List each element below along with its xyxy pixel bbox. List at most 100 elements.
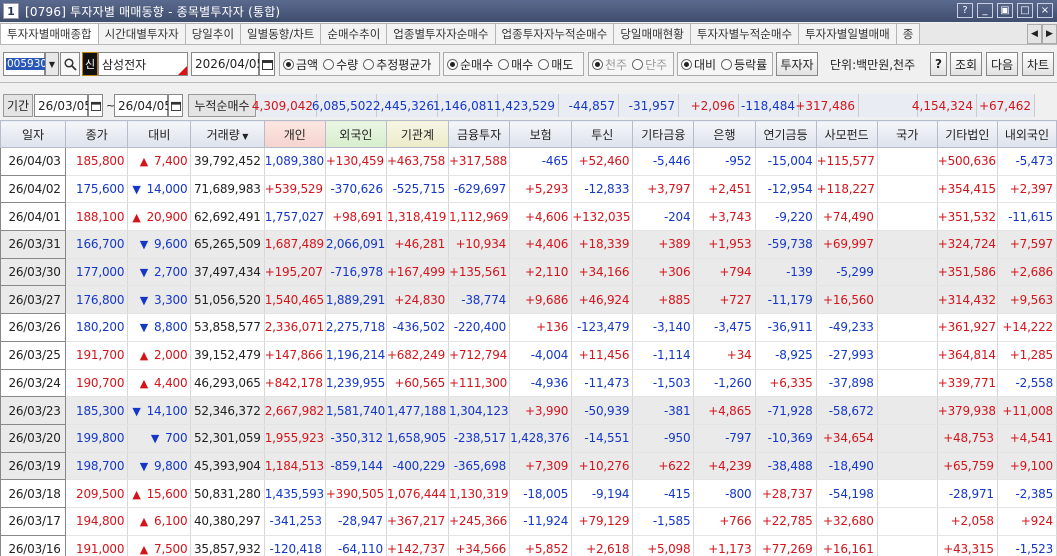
column-header[interactable]: 거래량 ▼ (190, 120, 265, 148)
column-header[interactable]: 기관계 (385, 120, 450, 148)
table-row[interactable]: 26/03/24 190,700 ▲ 4,400 46,293,065 +842,178 1… (0, 368, 1057, 398)
radio-single-shares[interactable]: 단주 (632, 56, 667, 73)
value-cell: -38,774 (448, 285, 511, 315)
table-row[interactable]: 26/03/17 194,800 ▲ 6,100 40,380,297 -341,253-… (0, 506, 1057, 536)
help-icon[interactable]: ? (957, 3, 973, 18)
minimize-icon[interactable]: _ (977, 3, 993, 18)
tab-4[interactable]: 순매수추이 (320, 23, 388, 44)
stock-code-input[interactable]: 005930 (3, 52, 49, 76)
date-input[interactable]: 2026/04/05 (191, 52, 264, 76)
tab-scroll-left-icon[interactable]: ◀ (1027, 24, 1042, 44)
radio-net-buy[interactable]: 순매수 (447, 56, 493, 73)
tab-3[interactable]: 일별동향/차트 (240, 23, 322, 44)
value-cell: +7,597 (997, 230, 1057, 259)
tab-8[interactable]: 투자자별누적순매수 (689, 23, 800, 44)
value-cell (877, 147, 938, 176)
column-header[interactable]: 개인 (263, 120, 326, 148)
tab-9[interactable]: 투자자별일별매매 (798, 23, 897, 44)
column-header[interactable]: 대비 (127, 120, 192, 148)
calendar-icon[interactable] (88, 94, 103, 117)
period-to-input[interactable]: 26/04/05 (114, 94, 172, 117)
radio-amount[interactable]: 금액 (283, 56, 318, 73)
table-row[interactable]: 26/03/25 191,700 ▲ 2,000 39,152,479 +147,866 1… (0, 340, 1057, 370)
column-header[interactable]: 연기금등 (754, 120, 817, 148)
column-header[interactable]: 보험 (509, 120, 573, 148)
next-button[interactable]: 다음 (986, 52, 1018, 76)
value-cell: +622 (632, 452, 695, 481)
radio-dot-icon (538, 58, 550, 70)
column-header[interactable]: 금융투자 (448, 120, 511, 148)
value-cell: 1,757,027 (264, 202, 326, 232)
value-cell: -525,715 (386, 175, 450, 204)
restore-icon[interactable]: ▣ (997, 3, 1013, 18)
table-row[interactable]: 26/03/30 177,000 ▼ 2,700 37,497,434 +195,207-… (0, 257, 1057, 287)
table-row[interactable]: 26/03/19 198,700 ▼ 9,800 45,393,904 1,184,513… (0, 451, 1057, 481)
calendar-icon[interactable] (259, 52, 275, 76)
calendar-icon[interactable] (168, 94, 183, 117)
value-cell (877, 507, 938, 536)
help-button[interactable]: ? (930, 52, 947, 76)
value-cell: +5,293 (509, 175, 573, 204)
tab-6[interactable]: 업종투자자누적순매수 (494, 23, 615, 44)
stock-name-field[interactable]: 삼성전자 (98, 52, 188, 76)
table-row[interactable]: 26/03/16 191,000 ▲ 7,500 35,857,932 -120,418-… (0, 534, 1057, 556)
column-header[interactable]: 투신 (571, 120, 634, 148)
column-header[interactable]: 기타금융 (632, 120, 695, 148)
radio-avg-price[interactable]: 추정평균가 (363, 56, 431, 73)
table-row[interactable]: 26/03/31 166,700 ▼ 9,600 65,265,509 1,687,489… (0, 230, 1057, 259)
period-from-input[interactable]: 26/03/05 (34, 94, 92, 117)
investor-button[interactable]: 투자자 (776, 52, 818, 76)
radio-thousand-shares[interactable]: 천주 (592, 56, 627, 73)
chart-button[interactable]: 차트 (1022, 52, 1054, 76)
window-controls: ? _ ▣ □ × (957, 3, 1053, 18)
tab-7[interactable]: 당일매매현황 (613, 23, 691, 44)
change-cell: ▲ 6,100 (127, 507, 192, 536)
column-header[interactable]: 은행 (693, 120, 756, 148)
tab-0[interactable]: 투자자별매매종합 (0, 23, 99, 44)
value-cell: -54,198 (816, 479, 878, 508)
table-row[interactable]: 26/03/23 185,300 ▼ 14,100 52,346,372 2,667,98… (0, 396, 1057, 425)
close-price-cell: 177,000 (65, 258, 129, 287)
tab-2[interactable]: 당일추이 (184, 23, 242, 44)
column-header[interactable]: 기타법인 (936, 120, 998, 148)
radio-sell[interactable]: 매도 (538, 56, 573, 73)
radio-dot-icon (447, 58, 458, 70)
change-cell: ▲ 2,000 (127, 341, 192, 370)
column-header[interactable]: 사모펀드 (815, 120, 878, 148)
table-row[interactable]: 26/04/02 175,600 ▼ 14,000 71,689,983 +539,529… (0, 174, 1057, 204)
period-label: 기간 (3, 94, 33, 117)
date-cell: 26/03/27 (0, 285, 67, 315)
tab-1[interactable]: 시간대별투자자 (97, 23, 186, 44)
column-header[interactable]: 일자 (0, 120, 67, 148)
table-row[interactable]: 26/03/27 176,800 ▼ 3,300 51,056,520 1,540,465… (0, 285, 1057, 315)
column-header[interactable]: 종가 (65, 120, 129, 148)
radio-change[interactable]: 대비 (681, 56, 716, 73)
column-header[interactable]: 외국인 (324, 120, 387, 148)
close-price-cell: 175,600 (65, 175, 129, 204)
tab-scroll-right-icon[interactable]: ▶ (1042, 24, 1057, 44)
tab-10[interactable]: 종 (895, 23, 921, 44)
table-row[interactable]: 26/04/01 188,100 ▲ 20,900 62,692,491 1,757,02… (0, 202, 1057, 232)
value-cell: 1,955,923 (264, 424, 326, 453)
table-row[interactable]: 26/04/03 185,800 ▲ 7,400 39,792,452 1,089,380… (0, 147, 1057, 176)
radio-quantity[interactable]: 수량 (323, 56, 358, 73)
chevron-down-icon[interactable]: ▼ (45, 52, 59, 76)
tab-5[interactable]: 업종별투자자순매수 (386, 23, 496, 44)
cumulative-sum-cell: -118,484 (739, 94, 799, 117)
table-row[interactable]: 26/03/20 199,800 ▼ 700 52,301,059 1,955,923 -3… (0, 423, 1057, 453)
sort-down-icon[interactable]: ▼ (240, 132, 248, 141)
query-button[interactable]: 조회 (950, 52, 982, 76)
table-row[interactable]: 26/03/18 209,500 ▲ 15,600 50,831,280 1,435,59… (0, 479, 1057, 508)
maximize-icon[interactable]: □ (1017, 3, 1033, 18)
value-cell (877, 396, 938, 425)
value-cell: -365,698 (448, 452, 511, 481)
value-cell: +885 (632, 285, 695, 315)
radio-buy[interactable]: 매수 (498, 56, 533, 73)
column-header[interactable]: 국가 (876, 120, 938, 148)
close-icon[interactable]: × (1037, 3, 1053, 18)
search-icon[interactable] (60, 52, 80, 76)
radio-change-rate[interactable]: 등락률 (721, 56, 767, 73)
table-row[interactable]: 26/03/26 180,200 ▼ 8,800 53,858,577 2,336,071… (0, 313, 1057, 342)
column-header[interactable]: 내외국인 (996, 120, 1057, 148)
value-cell: +9,563 (997, 285, 1057, 315)
